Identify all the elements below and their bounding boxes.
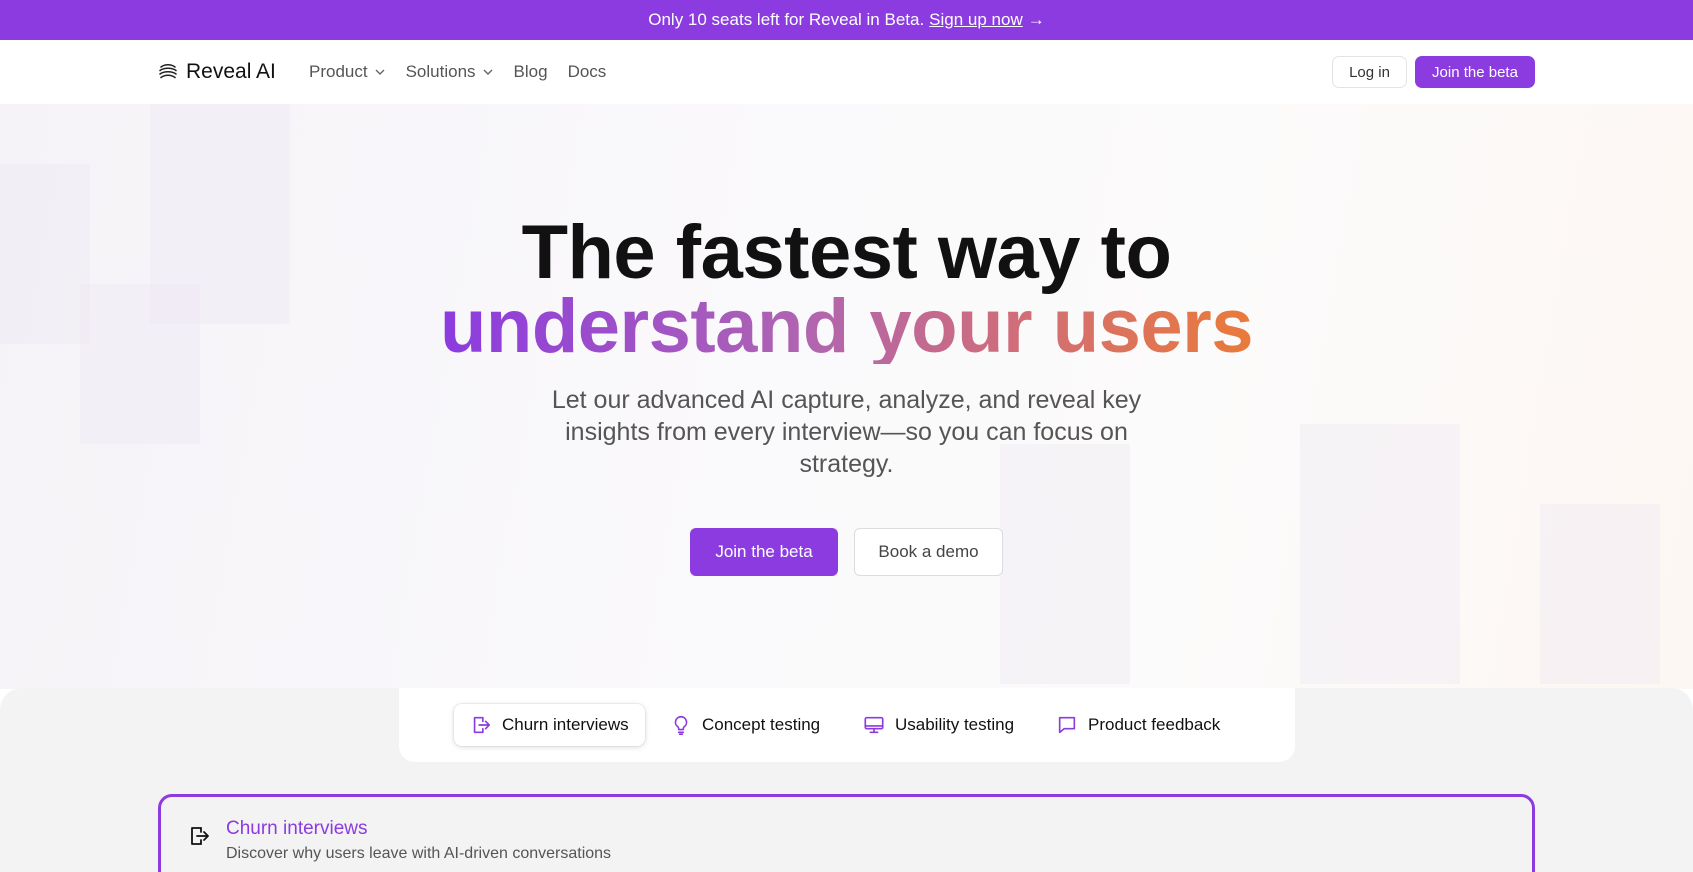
tab-usability-testing[interactable]: Usability testing — [847, 704, 1030, 746]
hero-section: The fastest way to understand your users… — [0, 104, 1693, 689]
nav-product-label: Product — [309, 62, 368, 81]
exit-door-icon — [191, 827, 209, 845]
login-button[interactable]: Log in — [1332, 56, 1407, 88]
use-case-tabs: Churn interviews Concept testing Usabili… — [399, 688, 1295, 762]
nav-item-solutions[interactable]: Solutions — [406, 62, 494, 82]
monitor-icon — [864, 716, 884, 734]
exit-door-icon — [473, 716, 491, 734]
chat-bubble-icon — [1058, 716, 1076, 734]
hero-subtitle: Let our advanced AI capture, analyze, an… — [551, 386, 1142, 478]
tab-concept-label: Concept testing — [702, 715, 821, 734]
brand-logo[interactable]: Reveal AI — [158, 59, 276, 85]
hero-heading-line2: understand your users — [439, 284, 1254, 369]
announcement-text: Only 10 seats left for Reveal in Beta. — [648, 10, 925, 29]
announcement-bar: Only 10 seats left for Reveal in Beta. S… — [0, 0, 1693, 40]
nav-item-product[interactable]: Product — [309, 62, 386, 82]
nav-docs-label: Docs — [567, 62, 607, 81]
sign-up-link[interactable]: Sign up now — [929, 10, 1023, 30]
chevron-down-icon — [483, 69, 493, 75]
tab-product-feedback[interactable]: Product feedback — [1040, 704, 1236, 746]
nav-blog-label: Blog — [513, 62, 548, 81]
nav-item-blog[interactable]: Blog — [514, 62, 548, 82]
tab-churn-label: Churn interviews — [502, 715, 629, 734]
reveal-logo-icon — [159, 63, 177, 79]
tab-churn-interviews[interactable]: Churn interviews — [454, 704, 645, 746]
lightbulb-icon — [674, 715, 688, 735]
arrow-right-icon[interactable]: → — [1028, 10, 1045, 30]
panel-description: Discover why users leave with AI-driven … — [226, 845, 612, 862]
nav-item-docs[interactable]: Docs — [568, 62, 607, 82]
tab-feedback-label: Product feedback — [1088, 715, 1221, 734]
nav-solutions-label: Solutions — [405, 62, 476, 81]
brand-name: Reveal AI — [186, 60, 276, 83]
hero-heading-line1: The fastest way to — [521, 210, 1172, 295]
hero-heading: The fastest way to understand your users — [0, 210, 1693, 369]
tab-usability-label: Usability testing — [895, 715, 1015, 734]
join-beta-nav-button[interactable]: Join the beta — [1415, 56, 1535, 88]
tab-concept-testing[interactable]: Concept testing — [654, 704, 836, 746]
top-navigation: Reveal AI Product Solutions Blog Docs Lo… — [0, 40, 1693, 104]
panel-title: Churn interviews — [226, 818, 368, 839]
use-case-panel: Churn interviews Discover why users leav… — [158, 794, 1535, 872]
join-beta-button[interactable]: Join the beta — [690, 528, 838, 576]
nav-links: Product Solutions Blog Docs — [309, 59, 606, 85]
book-demo-button[interactable]: Book a demo — [854, 528, 1003, 576]
chevron-down-icon — [375, 69, 385, 75]
